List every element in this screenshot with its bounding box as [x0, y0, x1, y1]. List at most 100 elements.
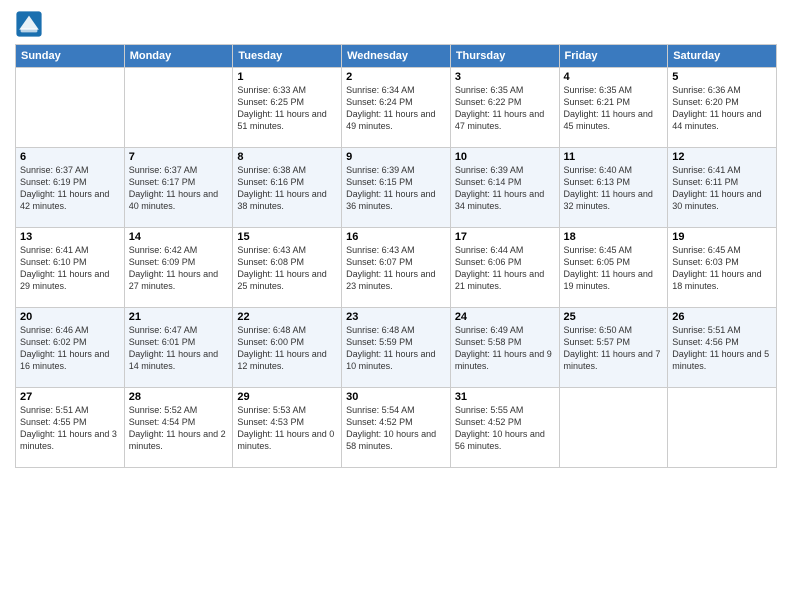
calendar-cell: 21Sunrise: 6:47 AM Sunset: 6:01 PM Dayli… [124, 308, 233, 388]
calendar-cell [16, 68, 125, 148]
calendar-table: SundayMondayTuesdayWednesdayThursdayFrid… [15, 44, 777, 468]
calendar-header-tuesday: Tuesday [233, 45, 342, 68]
calendar-cell [124, 68, 233, 148]
calendar-cell [668, 388, 777, 468]
day-number: 30 [346, 391, 446, 403]
day-number: 27 [20, 391, 120, 403]
day-number: 2 [346, 71, 446, 83]
day-number: 9 [346, 151, 446, 163]
day-info: Sunrise: 6:33 AM Sunset: 6:25 PM Dayligh… [237, 84, 337, 133]
calendar-week-row: 1Sunrise: 6:33 AM Sunset: 6:25 PM Daylig… [16, 68, 777, 148]
calendar-cell: 31Sunrise: 5:55 AM Sunset: 4:52 PM Dayli… [450, 388, 559, 468]
day-info: Sunrise: 6:34 AM Sunset: 6:24 PM Dayligh… [346, 84, 446, 133]
calendar-cell: 22Sunrise: 6:48 AM Sunset: 6:00 PM Dayli… [233, 308, 342, 388]
day-info: Sunrise: 5:52 AM Sunset: 4:54 PM Dayligh… [129, 404, 229, 453]
day-number: 10 [455, 151, 555, 163]
calendar-week-row: 13Sunrise: 6:41 AM Sunset: 6:10 PM Dayli… [16, 228, 777, 308]
day-info: Sunrise: 6:41 AM Sunset: 6:11 PM Dayligh… [672, 164, 772, 213]
day-number: 7 [129, 151, 229, 163]
calendar-cell: 10Sunrise: 6:39 AM Sunset: 6:14 PM Dayli… [450, 148, 559, 228]
day-info: Sunrise: 6:35 AM Sunset: 6:21 PM Dayligh… [564, 84, 664, 133]
calendar-cell: 14Sunrise: 6:42 AM Sunset: 6:09 PM Dayli… [124, 228, 233, 308]
day-info: Sunrise: 6:48 AM Sunset: 6:00 PM Dayligh… [237, 324, 337, 373]
day-info: Sunrise: 6:41 AM Sunset: 6:10 PM Dayligh… [20, 244, 120, 293]
day-info: Sunrise: 6:39 AM Sunset: 6:15 PM Dayligh… [346, 164, 446, 213]
calendar-cell: 13Sunrise: 6:41 AM Sunset: 6:10 PM Dayli… [16, 228, 125, 308]
calendar-header-saturday: Saturday [668, 45, 777, 68]
day-info: Sunrise: 5:55 AM Sunset: 4:52 PM Dayligh… [455, 404, 555, 453]
day-info: Sunrise: 5:54 AM Sunset: 4:52 PM Dayligh… [346, 404, 446, 453]
day-number: 22 [237, 311, 337, 323]
calendar-cell: 28Sunrise: 5:52 AM Sunset: 4:54 PM Dayli… [124, 388, 233, 468]
day-info: Sunrise: 6:46 AM Sunset: 6:02 PM Dayligh… [20, 324, 120, 373]
day-info: Sunrise: 5:53 AM Sunset: 4:53 PM Dayligh… [237, 404, 337, 453]
calendar-cell: 11Sunrise: 6:40 AM Sunset: 6:13 PM Dayli… [559, 148, 668, 228]
day-number: 20 [20, 311, 120, 323]
calendar-cell: 6Sunrise: 6:37 AM Sunset: 6:19 PM Daylig… [16, 148, 125, 228]
calendar-cell: 5Sunrise: 6:36 AM Sunset: 6:20 PM Daylig… [668, 68, 777, 148]
calendar-cell: 12Sunrise: 6:41 AM Sunset: 6:11 PM Dayli… [668, 148, 777, 228]
calendar-cell: 25Sunrise: 6:50 AM Sunset: 5:57 PM Dayli… [559, 308, 668, 388]
day-info: Sunrise: 6:40 AM Sunset: 6:13 PM Dayligh… [564, 164, 664, 213]
day-number: 19 [672, 231, 772, 243]
calendar-cell: 23Sunrise: 6:48 AM Sunset: 5:59 PM Dayli… [342, 308, 451, 388]
calendar-cell: 27Sunrise: 5:51 AM Sunset: 4:55 PM Dayli… [16, 388, 125, 468]
day-number: 16 [346, 231, 446, 243]
day-number: 1 [237, 71, 337, 83]
calendar-cell: 7Sunrise: 6:37 AM Sunset: 6:17 PM Daylig… [124, 148, 233, 228]
day-number: 28 [129, 391, 229, 403]
calendar-cell: 1Sunrise: 6:33 AM Sunset: 6:25 PM Daylig… [233, 68, 342, 148]
calendar-week-row: 6Sunrise: 6:37 AM Sunset: 6:19 PM Daylig… [16, 148, 777, 228]
day-number: 15 [237, 231, 337, 243]
day-info: Sunrise: 6:39 AM Sunset: 6:14 PM Dayligh… [455, 164, 555, 213]
day-info: Sunrise: 6:48 AM Sunset: 5:59 PM Dayligh… [346, 324, 446, 373]
day-number: 24 [455, 311, 555, 323]
calendar-cell: 19Sunrise: 6:45 AM Sunset: 6:03 PM Dayli… [668, 228, 777, 308]
day-number: 14 [129, 231, 229, 243]
day-number: 3 [455, 71, 555, 83]
day-info: Sunrise: 6:50 AM Sunset: 5:57 PM Dayligh… [564, 324, 664, 373]
calendar-cell: 3Sunrise: 6:35 AM Sunset: 6:22 PM Daylig… [450, 68, 559, 148]
calendar-week-row: 20Sunrise: 6:46 AM Sunset: 6:02 PM Dayli… [16, 308, 777, 388]
calendar-header-sunday: Sunday [16, 45, 125, 68]
calendar-header-thursday: Thursday [450, 45, 559, 68]
calendar-cell: 16Sunrise: 6:43 AM Sunset: 6:07 PM Dayli… [342, 228, 451, 308]
calendar-cell: 2Sunrise: 6:34 AM Sunset: 6:24 PM Daylig… [342, 68, 451, 148]
day-info: Sunrise: 6:37 AM Sunset: 6:17 PM Dayligh… [129, 164, 229, 213]
calendar-cell: 8Sunrise: 6:38 AM Sunset: 6:16 PM Daylig… [233, 148, 342, 228]
day-info: Sunrise: 6:44 AM Sunset: 6:06 PM Dayligh… [455, 244, 555, 293]
day-number: 18 [564, 231, 664, 243]
day-info: Sunrise: 6:45 AM Sunset: 6:03 PM Dayligh… [672, 244, 772, 293]
calendar-cell: 18Sunrise: 6:45 AM Sunset: 6:05 PM Dayli… [559, 228, 668, 308]
day-info: Sunrise: 5:51 AM Sunset: 4:56 PM Dayligh… [672, 324, 772, 373]
day-number: 13 [20, 231, 120, 243]
day-number: 21 [129, 311, 229, 323]
day-info: Sunrise: 5:51 AM Sunset: 4:55 PM Dayligh… [20, 404, 120, 453]
day-info: Sunrise: 6:35 AM Sunset: 6:22 PM Dayligh… [455, 84, 555, 133]
day-info: Sunrise: 6:49 AM Sunset: 5:58 PM Dayligh… [455, 324, 555, 373]
day-number: 8 [237, 151, 337, 163]
calendar-cell [559, 388, 668, 468]
calendar-cell: 9Sunrise: 6:39 AM Sunset: 6:15 PM Daylig… [342, 148, 451, 228]
day-number: 29 [237, 391, 337, 403]
calendar-cell: 20Sunrise: 6:46 AM Sunset: 6:02 PM Dayli… [16, 308, 125, 388]
page: SundayMondayTuesdayWednesdayThursdayFrid… [0, 0, 792, 612]
day-info: Sunrise: 6:42 AM Sunset: 6:09 PM Dayligh… [129, 244, 229, 293]
calendar-header-wednesday: Wednesday [342, 45, 451, 68]
calendar-header-monday: Monday [124, 45, 233, 68]
header [15, 10, 777, 38]
calendar-cell: 24Sunrise: 6:49 AM Sunset: 5:58 PM Dayli… [450, 308, 559, 388]
calendar-header-friday: Friday [559, 45, 668, 68]
day-number: 25 [564, 311, 664, 323]
calendar-cell: 4Sunrise: 6:35 AM Sunset: 6:21 PM Daylig… [559, 68, 668, 148]
day-number: 12 [672, 151, 772, 163]
day-number: 31 [455, 391, 555, 403]
calendar-cell: 17Sunrise: 6:44 AM Sunset: 6:06 PM Dayli… [450, 228, 559, 308]
calendar-cell: 30Sunrise: 5:54 AM Sunset: 4:52 PM Dayli… [342, 388, 451, 468]
day-info: Sunrise: 6:38 AM Sunset: 6:16 PM Dayligh… [237, 164, 337, 213]
day-number: 26 [672, 311, 772, 323]
day-number: 6 [20, 151, 120, 163]
day-number: 23 [346, 311, 446, 323]
logo [15, 10, 47, 38]
day-number: 5 [672, 71, 772, 83]
